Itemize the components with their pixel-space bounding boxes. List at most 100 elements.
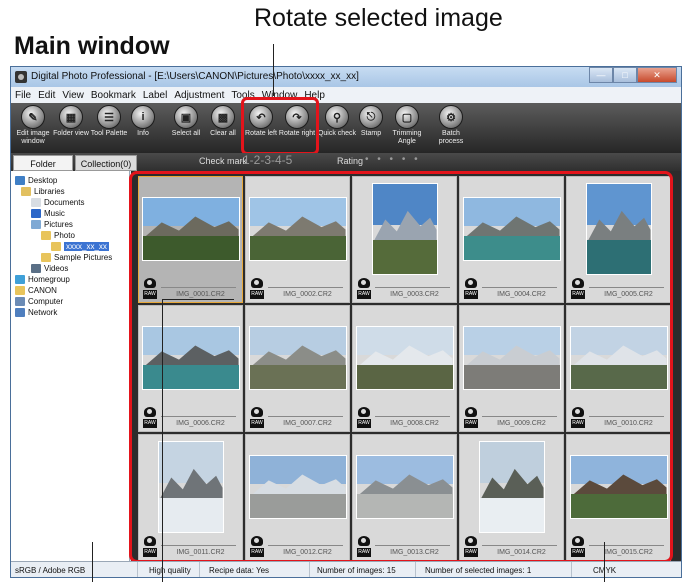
thumbnail-filename: IMG_0013.CR2 <box>390 549 439 556</box>
title-bar[interactable]: Digital Photo Professional - [E:\Users\C… <box>11 67 681 87</box>
tree-label: Photo <box>54 231 75 240</box>
batch-process-button[interactable]: ⚙ Batch process <box>431 105 471 146</box>
tree-item-pictures[interactable]: Pictures <box>31 219 73 230</box>
tree-item-documents[interactable]: Documents <box>31 197 84 208</box>
tree-label: Desktop <box>28 176 58 185</box>
trimming-angle-button[interactable]: ▢ Trimming Angle <box>387 105 427 146</box>
tab-collection[interactable]: Collection(0) <box>75 155 137 171</box>
thumbnail-image <box>585 183 652 275</box>
main-window-caption: Main window <box>14 32 170 60</box>
camera-badge-icon <box>358 407 370 417</box>
edit-image-icon: ✎ <box>21 105 45 129</box>
thumbnail-cell[interactable]: RAW IMG_0012.CR2 <box>245 434 350 561</box>
tree-item-desktop[interactable]: Desktop <box>15 175 57 186</box>
rating-label: Rating <box>337 156 364 166</box>
thumbnail-cell[interactable]: RAW IMG_0008.CR2 <box>352 305 457 432</box>
info-icon: i <box>131 105 155 129</box>
tree-item-computer[interactable]: Computer <box>15 296 63 307</box>
raw-tag: RAW <box>357 548 371 557</box>
select-all-button[interactable]: ▣ Select all <box>166 105 206 138</box>
thumbnail-filename: IMG_0004.CR2 <box>497 291 546 298</box>
tree-label: CANON <box>28 286 57 295</box>
thumbnail-cell[interactable]: RAW IMG_0006.CR2 <box>138 305 243 432</box>
thumbnail-cell[interactable]: RAW IMG_0001.CR2 <box>138 176 243 303</box>
status-separator <box>415 562 416 577</box>
thumbnail-image <box>569 326 668 390</box>
tree-label: xxxx_xx_xx <box>64 242 109 251</box>
status-separator <box>309 562 310 577</box>
thumbnail-cell[interactable]: RAW IMG_0010.CR2 <box>566 305 671 432</box>
edit-image-window-button[interactable]: ✎ Edit image window <box>13 105 53 146</box>
thumbnail-divider <box>589 287 664 288</box>
thumbnail-cell[interactable]: RAW IMG_0013.CR2 <box>352 434 457 561</box>
tree-item-photo[interactable]: Photo <box>41 230 75 241</box>
tree-item-libraries[interactable]: Libraries <box>21 186 65 197</box>
minimize-button[interactable]: — <box>589 67 613 83</box>
thumbnail-image <box>355 455 454 519</box>
folder-icon <box>51 242 61 251</box>
menu-bar: File Edit View Bookmark Label Adjustment… <box>11 87 681 103</box>
tree-label: Pictures <box>44 220 73 229</box>
tree-item-network[interactable]: Network <box>15 307 57 318</box>
tree-item-homegroup[interactable]: Homegroup <box>15 274 70 285</box>
tree-item-sample-pictures[interactable]: Sample Pictures <box>41 252 112 263</box>
folder-view-button[interactable]: ▦ Folder view <box>51 105 91 138</box>
annotation-leader-line <box>604 542 605 582</box>
folder-icon <box>41 253 51 262</box>
library-icon <box>21 187 31 196</box>
camera-badge-icon <box>251 536 263 546</box>
camera-badge-icon <box>144 536 156 546</box>
menu-bookmark[interactable]: Bookmark <box>91 90 136 101</box>
menu-adjustment[interactable]: Adjustment <box>174 90 224 101</box>
thumbnail-cell[interactable]: RAW IMG_0003.CR2 <box>352 176 457 303</box>
status-bar: sRGB / Adobe RGB High quality Recipe dat… <box>11 561 681 577</box>
thumbnail-divider <box>161 287 236 288</box>
thumbnail-cell[interactable]: RAW IMG_0002.CR2 <box>245 176 350 303</box>
batch-process-label: Batch process <box>438 130 464 145</box>
thumbnail-image <box>478 441 545 533</box>
thumbnail-image <box>141 326 240 390</box>
raw-tag: RAW <box>250 290 264 299</box>
thumbnail-cell[interactable]: RAW IMG_0011.CR2 <box>138 434 243 561</box>
status-separator <box>571 562 572 577</box>
menu-view[interactable]: View <box>62 90 84 101</box>
folder-view-icon: ▦ <box>59 105 83 129</box>
thumbnail-cell[interactable]: RAW IMG_0005.CR2 <box>566 176 671 303</box>
menu-file[interactable]: File <box>15 90 31 101</box>
thumbnail-divider <box>268 545 343 546</box>
tree-item-selected-folder[interactable]: xxxx_xx_xx <box>51 241 109 252</box>
tree-item-music[interactable]: Music <box>31 208 65 219</box>
thumbnail-cell[interactable]: RAW IMG_0015.CR2 <box>566 434 671 561</box>
thumbnail-cell[interactable]: RAW IMG_0004.CR2 <box>459 176 564 303</box>
tree-item-videos[interactable]: Videos <box>31 263 68 274</box>
camera-badge-icon <box>251 407 263 417</box>
maximize-button[interactable]: □ <box>613 67 637 83</box>
clear-all-button[interactable]: ▩ Clear all <box>203 105 243 138</box>
music-icon <box>31 209 41 218</box>
app-window: Digital Photo Professional - [E:\Users\C… <box>10 66 682 578</box>
thumbnail-divider <box>482 287 557 288</box>
status-separator <box>199 562 200 577</box>
thumbnail-divider <box>161 416 236 417</box>
thumbnail-cell[interactable]: RAW IMG_0014.CR2 <box>459 434 564 561</box>
clear-all-icon: ▩ <box>211 105 235 129</box>
thumbnail-cell[interactable]: RAW IMG_0009.CR2 <box>459 305 564 432</box>
rating-filter[interactable]: • • • • • <box>365 154 421 165</box>
toolbar: ✎ Edit image window ▦ Folder view ☰ Tool… <box>11 103 681 153</box>
tree-item-canon[interactable]: CANON <box>15 285 57 296</box>
close-button[interactable]: ✕ <box>637 67 677 83</box>
homegroup-icon <box>15 275 25 284</box>
raw-tag: RAW <box>464 548 478 557</box>
tab-folder[interactable]: Folder <box>13 155 73 171</box>
thumbnail-image <box>462 326 561 390</box>
menu-edit[interactable]: Edit <box>38 90 55 101</box>
folder-tree-panel: Desktop Libraries Documents Music Pictur… <box>11 171 130 561</box>
thumbnail-cell[interactable]: RAW IMG_0007.CR2 <box>245 305 350 432</box>
stamp-button[interactable]: ⎋ Stamp <box>351 105 391 138</box>
info-button[interactable]: i Info <box>123 105 163 138</box>
check-mark-filter[interactable]: -1-2-3-4-5 <box>239 153 292 167</box>
thumbnail-divider <box>161 545 236 546</box>
menu-label[interactable]: Label <box>143 90 167 101</box>
trimming-angle-icon: ▢ <box>395 105 419 129</box>
camera-badge-icon <box>465 536 477 546</box>
